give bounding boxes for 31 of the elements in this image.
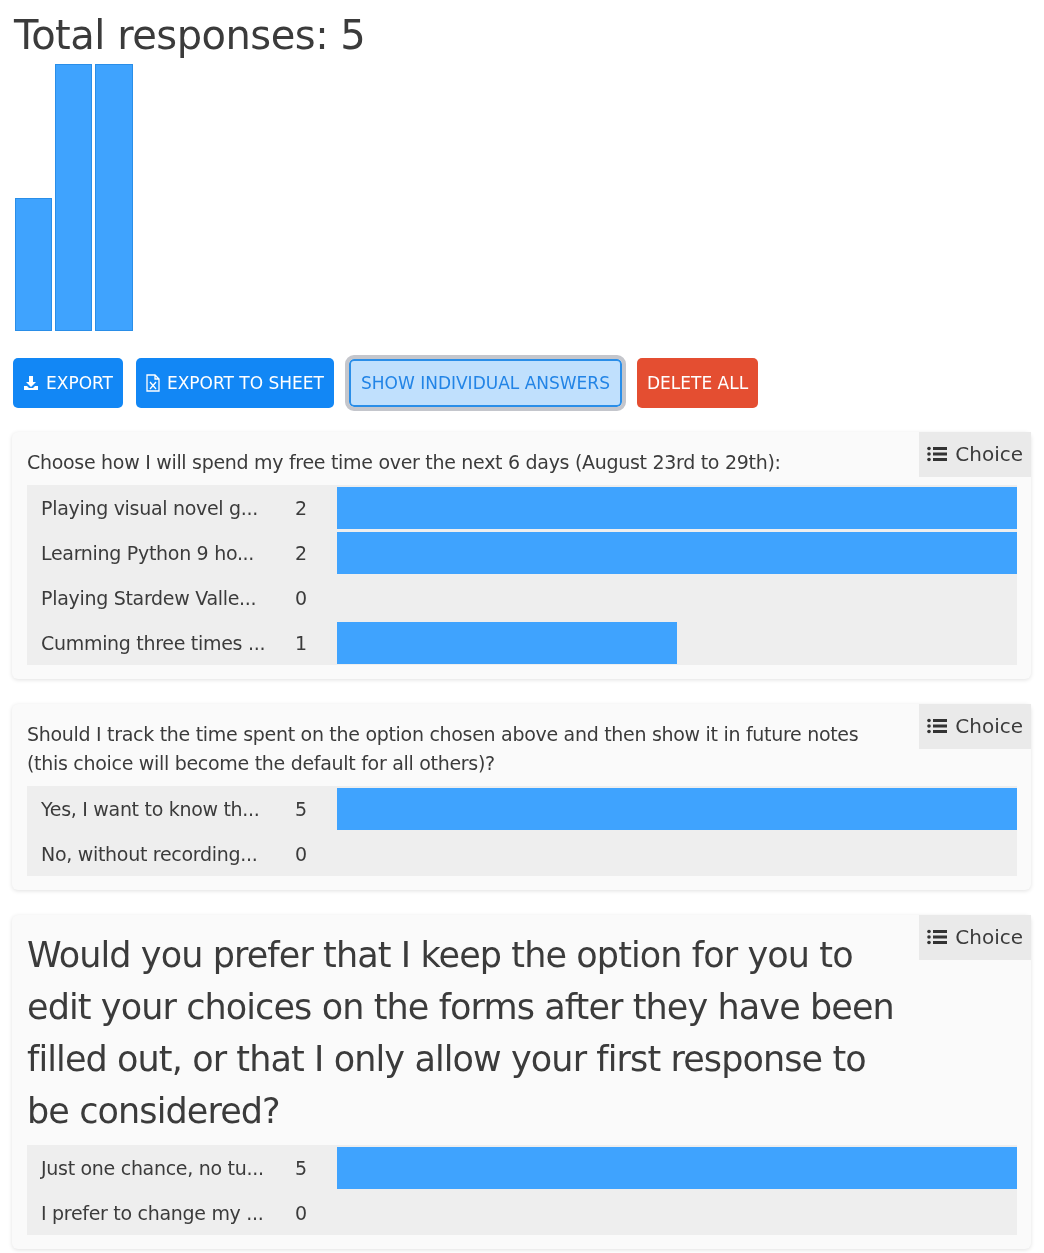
export-sheet-button[interactable]: EXPORT TO SHEET [136, 358, 334, 408]
option-label: Just one chance, no tu... [39, 1156, 265, 1179]
question-text: Should I track the time spent on the option chosen above and then show it in future notes (this choice will become the default for all others)? [27, 722, 860, 776]
list-icon [927, 929, 948, 945]
option-count: 0 [295, 1201, 309, 1224]
type-label: Choice [955, 925, 1023, 949]
option-label: Yes, I want to know th... [40, 797, 261, 820]
page-title: Total responses: 5 [14, 12, 367, 58]
question-text: Would you prefer that I keep the option for you to edit your choices on the forms after they have been filled out, or that I only allow your first response to be considered? [27, 934, 895, 1133]
list-icon [927, 718, 948, 734]
download-icon [23, 375, 39, 391]
option-count: 1 [295, 631, 309, 654]
option-label: Cumming three times ... [40, 631, 267, 654]
type-label: Choice [955, 714, 1023, 738]
option-count: 0 [295, 842, 309, 865]
option-label: No, without recording... [40, 842, 259, 865]
option-count: 0 [295, 586, 309, 609]
list-icon [927, 446, 948, 462]
option-label: Learning Python 9 ho... [40, 541, 256, 564]
export-button[interactable]: EXPORT [13, 358, 123, 408]
option-label: I prefer to change my ... [40, 1201, 265, 1224]
option-count: 5 [295, 1156, 309, 1179]
option-label: Playing visual novel g... [40, 496, 260, 519]
option-count: 5 [295, 797, 309, 820]
spreadsheet-file-icon [146, 374, 160, 392]
option-count: 2 [295, 541, 309, 564]
type-label: Choice [955, 442, 1023, 466]
question-text: Choose how I will spend my free time over the next 6 days (August 23rd to 29th): [27, 450, 781, 475]
option-count: 2 [295, 496, 309, 519]
option-label: Playing Stardew Valle... [40, 586, 258, 609]
delete-button[interactable]: DELETE ALL [636, 358, 759, 408]
